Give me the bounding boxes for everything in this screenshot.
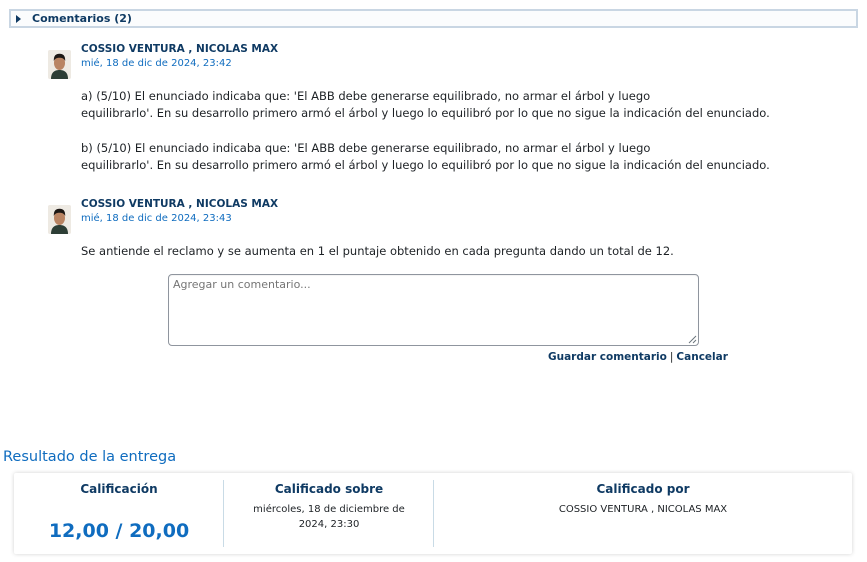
caret-right-icon [16,14,21,23]
cancel-comment-link[interactable]: Cancelar [676,351,727,363]
action-separator: | [669,351,674,363]
comment-author[interactable]: COSSIO VENTURA , NICOLAS MAX [81,43,278,55]
graded-by-value: COSSIO VENTURA , NICOLAS MAX [558,504,728,515]
comment-item: COSSIO VENTURA , NICOLAS MAX mié, 18 de … [48,198,788,262]
grade-summary-card: Calificación 12,00 / 20,00 Calificado so… [14,473,852,554]
comments-toggle[interactable]: Comentarios (2) [9,9,858,28]
graded-on-value: miércoles, 18 de diciembre de 2024, 23:3… [253,504,405,530]
user-photo-icon [48,205,71,234]
comment-author[interactable]: COSSIO VENTURA , NICOLAS MAX [81,198,278,210]
submission-result-title: Resultado de la entrega [3,449,177,465]
avatar [48,205,71,234]
comments-title: Comentarios (2) [32,12,132,25]
comment-text: Se antiende el reclamo y se aumenta en 1… [81,244,674,258]
comment-input[interactable] [168,274,699,346]
user-photo-icon [48,50,71,79]
comment-actions: Guardar comentario | Cancelar [548,351,728,363]
grade-column: Calificación 12,00 / 20,00 [14,473,224,554]
comment-paragraph-line: equilibrarlo'. En su desarrollo primero … [81,106,770,120]
graded-on-label: Calificado sobre [274,482,384,496]
grade-value: 12,00 / 20,00 [48,520,190,542]
resize-grip-icon[interactable] [688,335,697,344]
graded-on-column: Calificado sobre miércoles, 18 de diciem… [224,473,434,554]
comment-paragraph-line: equilibrarlo'. En su desarrollo primero … [81,158,770,172]
graded-by-label: Calificado por [596,482,690,496]
avatar [48,50,71,79]
graded-by-column: Calificado por COSSIO VENTURA , NICOLAS … [434,473,852,554]
comment-paragraph-line: a) (5/10) El enunciado indicaba que: 'El… [81,89,651,103]
comment-date: mié, 18 de dic de 2024, 23:42 [81,58,232,69]
comment-paragraph-line: b) (5/10) El enunciado indicaba que: 'El… [81,141,651,155]
save-comment-link[interactable]: Guardar comentario [548,351,667,363]
comment-item: COSSIO VENTURA , NICOLAS MAX mié, 18 de … [48,43,788,178]
grade-label: Calificación [80,482,158,496]
comment-date: mié, 18 de dic de 2024, 23:43 [81,213,232,224]
